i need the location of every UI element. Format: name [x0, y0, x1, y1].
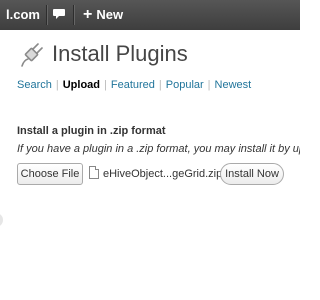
- subnav-separator: |: [207, 79, 211, 91]
- choose-file-button[interactable]: Choose File: [17, 163, 83, 185]
- subnav-separator: |: [158, 79, 162, 91]
- subnav-separator: |: [55, 79, 59, 91]
- subnav-newest-link[interactable]: Newest: [215, 79, 252, 91]
- selected-file-name: eHiveObject...geGrid.zip: [103, 168, 223, 180]
- page-title: Install Plugins: [52, 41, 188, 66]
- site-name-link[interactable]: l.com: [0, 0, 40, 30]
- subnav-popular-link[interactable]: Popular: [166, 79, 204, 91]
- admin-bar-divider: [46, 5, 47, 25]
- subnav-search-link[interactable]: Search: [17, 79, 52, 91]
- plugin-icon: [21, 43, 43, 67]
- new-content-button[interactable]: + New: [83, 0, 123, 30]
- scroll-handle[interactable]: [0, 213, 3, 227]
- upload-description: If you have a plugin in a .zip format, y…: [17, 143, 300, 155]
- upload-section-heading: Install a plugin in .zip format: [17, 125, 166, 137]
- plus-icon: +: [83, 6, 93, 23]
- new-label: New: [96, 7, 124, 22]
- comments-button[interactable]: [49, 0, 69, 30]
- subnav-upload-link[interactable]: Upload: [63, 79, 100, 91]
- admin-bar: l.com + New: [0, 0, 300, 30]
- selected-file: eHiveObject...geGrid.zip: [89, 163, 222, 185]
- admin-bar-divider: [73, 5, 74, 25]
- install-plugins-subnav: Search | Upload | Featured | Popular | Newest: [17, 79, 251, 91]
- subnav-featured-link[interactable]: Featured: [111, 79, 155, 91]
- comment-icon: [53, 9, 65, 19]
- install-now-button[interactable]: Install Now: [220, 163, 284, 185]
- file-icon: [89, 166, 99, 179]
- subnav-separator: |: [104, 79, 107, 91]
